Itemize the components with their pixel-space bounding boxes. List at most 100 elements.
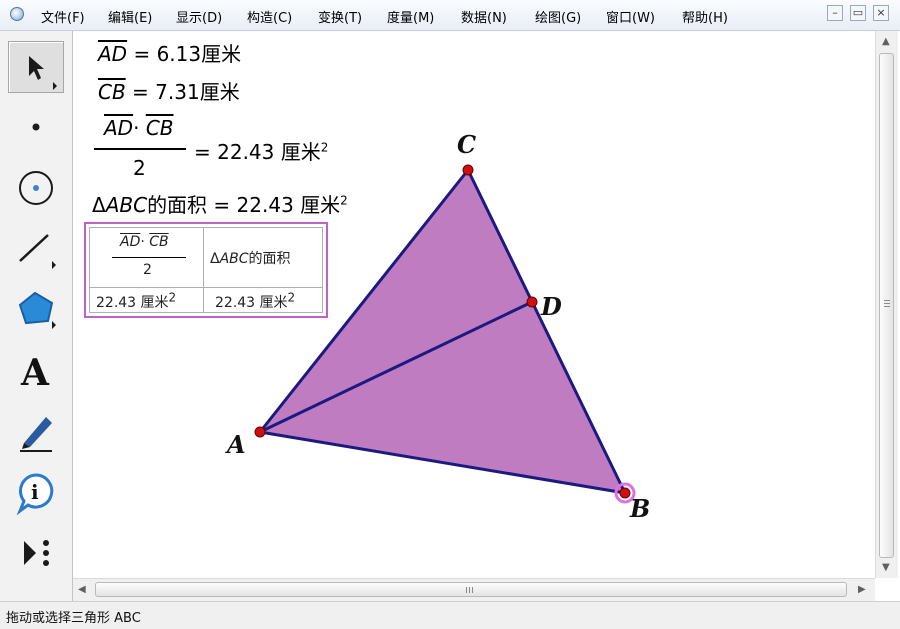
label-b[interactable]: B <box>630 494 650 523</box>
point-b[interactable] <box>619 487 631 499</box>
point-c[interactable] <box>462 164 474 176</box>
measure-ad-value: = 6.13厘米 <box>127 42 242 66</box>
area-value: 的面积 = 22.43 厘米 <box>147 193 341 217</box>
table-cell-fraction-value: 22.43 厘米2 <box>96 290 177 312</box>
numerator-cb: CB <box>145 116 174 140</box>
menu-measure[interactable]: 度量(M) <box>387 7 434 26</box>
label-a[interactable]: A <box>227 430 246 459</box>
menu-data[interactable]: 数据(N) <box>461 7 507 26</box>
table-fraction-bar <box>112 257 186 258</box>
arrow-select-tool[interactable] <box>8 41 64 93</box>
table-cell-area-value: 22.43 厘米2 <box>215 290 296 312</box>
marker-pen-icon <box>20 417 52 452</box>
table-numerator-ad: AD <box>120 234 141 250</box>
fraction-numerator: AD· CB <box>104 116 174 140</box>
menu-file[interactable]: 文件(F) <box>41 7 85 26</box>
triangle-name: ABC <box>105 193 148 217</box>
table-area-value: 22.43 厘米 <box>215 295 288 311</box>
straightedge-tool[interactable] <box>8 221 64 273</box>
grip-line <box>466 587 467 593</box>
measure-cb[interactable]: CB = 7.31厘米 <box>98 80 240 104</box>
point-d[interactable] <box>526 296 538 308</box>
status-text: 拖动或选择三角形 ABC <box>6 611 141 626</box>
measure-area[interactable]: ΔABC的面积 = 22.43 厘米2 <box>92 193 348 217</box>
scroll-right-icon[interactable]: ▶ <box>858 585 866 595</box>
grip-line <box>469 587 470 593</box>
calculation-result: = 22.43 厘米2 <box>194 140 328 164</box>
grip-line <box>884 303 890 304</box>
menu-construct[interactable]: 构造(C) <box>247 7 292 26</box>
triangle-abc-interior[interactable] <box>260 170 625 493</box>
horizontal-scrollbar[interactable]: ◀ ▶ <box>73 578 875 601</box>
compass-tool[interactable] <box>8 161 64 213</box>
app-icon[interactable] <box>10 7 24 21</box>
point-tool[interactable] <box>8 103 64 155</box>
horizontal-scroll-thumb[interactable] <box>95 582 847 597</box>
svg-text:i: i <box>31 480 39 504</box>
menu-graph[interactable]: 绘图(G) <box>535 7 581 26</box>
toolbox: A i <box>0 31 73 607</box>
table-area-exponent: 2 <box>287 290 296 305</box>
menu-window[interactable]: 窗口(W) <box>606 7 655 26</box>
segment-icon <box>19 234 56 269</box>
point-a[interactable] <box>254 426 266 438</box>
table-numerator-cb: CB <box>149 234 169 250</box>
menu-edit[interactable]: 编辑(E) <box>108 7 152 26</box>
segment-cb-name: CB <box>98 80 126 104</box>
measurement-table[interactable]: AD· CB 2 ΔABC的面积 22.43 厘米2 22.43 厘米2 <box>84 222 328 318</box>
table-fraction-exponent: 2 <box>168 290 177 305</box>
table-row-divider <box>90 287 322 288</box>
point-icon <box>32 123 40 131</box>
info-icon: i <box>16 473 54 516</box>
table-fraction-value: 22.43 厘米 <box>96 295 169 311</box>
grip-line <box>472 587 473 593</box>
grip-line <box>884 306 890 307</box>
text-tool[interactable]: A <box>8 343 64 395</box>
close-button[interactable]: × <box>873 5 889 21</box>
status-bar: 拖动或选择三角形 ABC <box>0 601 900 629</box>
triangle-symbol: Δ <box>92 193 106 217</box>
scroll-up-icon[interactable]: ▲ <box>882 37 890 47</box>
circle-icon <box>19 171 53 205</box>
table-grid: AD· CB 2 ΔABC的面积 22.43 厘米2 22.43 厘米2 <box>89 227 323 313</box>
arrow-icon <box>29 56 57 90</box>
fraction-denominator: 2 <box>133 156 146 180</box>
marker-tool[interactable] <box>8 403 64 455</box>
table-header-area: ΔABC的面积 <box>210 248 291 268</box>
table-header-fraction-numerator: AD· CB <box>120 234 169 250</box>
restore-button[interactable]: ▭ <box>850 5 866 21</box>
calculation-result-exponent: 2 <box>320 140 329 155</box>
area-exponent: 2 <box>340 193 348 208</box>
menu-help[interactable]: 帮助(H) <box>682 7 728 26</box>
measure-cb-value: = 7.31厘米 <box>125 80 240 104</box>
minimize-button[interactable]: – <box>827 5 843 21</box>
polygon-icon <box>18 291 56 329</box>
svg-text:A: A <box>20 352 50 394</box>
label-c[interactable]: C <box>457 130 476 159</box>
scroll-left-icon[interactable]: ◀ <box>78 585 86 595</box>
table-header-fraction-denominator: 2 <box>143 262 152 278</box>
scroll-down-icon[interactable]: ▼ <box>882 563 890 573</box>
segment-ad-name: AD <box>98 42 128 66</box>
table-triangle-name: ABC <box>219 251 249 267</box>
vertical-scroll-thumb[interactable] <box>879 53 894 558</box>
menu-transform[interactable]: 变换(T) <box>318 7 362 26</box>
grip-line <box>884 300 890 301</box>
table-column-divider <box>203 228 204 312</box>
table-triangle-symbol: Δ <box>210 251 220 267</box>
calculation-result-value: = 22.43 厘米 <box>194 140 321 164</box>
custom-tool[interactable] <box>8 527 64 579</box>
polygon-tool[interactable] <box>8 281 64 333</box>
numerator-ad: AD <box>104 116 134 140</box>
vertical-scrollbar[interactable]: ▲ ▼ <box>875 31 898 578</box>
measure-ad[interactable]: AD = 6.13厘米 <box>98 42 241 66</box>
sketchpad-window: 文件(F) 编辑(E) 显示(D) 构造(C) 变换(T) 度量(M) 数据(N… <box>0 0 900 629</box>
text-icon: A <box>20 352 50 394</box>
label-d[interactable]: D <box>541 292 562 321</box>
information-tool[interactable]: i <box>8 465 64 517</box>
menu-display[interactable]: 显示(D) <box>176 7 222 26</box>
table-area-label: 的面积 <box>248 251 291 267</box>
menu-bar: 文件(F) 编辑(E) 显示(D) 构造(C) 变换(T) 度量(M) 数据(N… <box>0 0 900 31</box>
fraction-bar <box>94 148 186 150</box>
custom-tool-icon <box>24 540 49 566</box>
